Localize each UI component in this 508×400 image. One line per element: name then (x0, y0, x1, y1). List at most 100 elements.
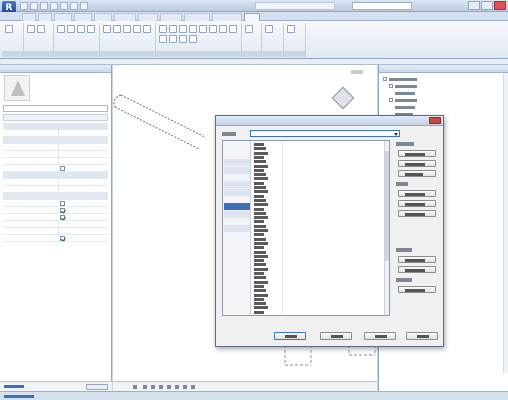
join-geometry-icon[interactable] (123, 25, 131, 33)
pin-icon[interactable] (179, 35, 187, 43)
size-list-row[interactable] (254, 254, 268, 258)
array-icon[interactable] (159, 35, 167, 43)
property-row[interactable] (3, 235, 108, 242)
size-list-row[interactable] (254, 293, 268, 297)
cancel-button[interactable] (320, 332, 352, 340)
property-row[interactable] (3, 151, 108, 158)
cope-icon[interactable] (103, 25, 111, 33)
size-list-row[interactable] (254, 284, 264, 288)
hide-icon[interactable] (191, 385, 195, 389)
size-list-row[interactable] (254, 246, 264, 250)
help-button[interactable] (406, 332, 438, 340)
property-checkbox[interactable] (60, 215, 65, 220)
property-value[interactable] (58, 151, 108, 157)
size-list-row[interactable] (254, 173, 266, 177)
qat-redo-icon[interactable] (50, 2, 58, 10)
size-list-row[interactable] (254, 186, 266, 189)
mirror-icon[interactable] (179, 25, 187, 33)
size-list-row[interactable] (254, 289, 266, 293)
manage-button[interactable] (398, 286, 436, 293)
rotate-icon[interactable] (209, 25, 217, 33)
crop-icon[interactable] (183, 385, 187, 389)
property-section[interactable] (3, 172, 108, 179)
project-browser-scrollbar[interactable] (503, 73, 508, 373)
delete-button[interactable] (398, 170, 436, 177)
edit-type-row[interactable] (3, 114, 108, 121)
size-list-row[interactable] (254, 190, 268, 194)
list-item[interactable] (224, 167, 250, 174)
paste-icon[interactable] (57, 25, 65, 33)
property-value[interactable] (58, 144, 108, 150)
family-dropdown[interactable] (250, 130, 400, 137)
split-face-icon[interactable] (133, 25, 141, 33)
property-value[interactable] (58, 179, 108, 185)
size-list-row[interactable] (254, 216, 268, 220)
size-list-row[interactable] (254, 310, 264, 314)
size-list-row[interactable] (254, 237, 266, 241)
size-list-row[interactable] (254, 276, 266, 280)
property-row[interactable] (3, 214, 108, 221)
trim-icon[interactable] (219, 25, 227, 33)
size-list-row[interactable] (254, 267, 268, 271)
size-list-row[interactable] (254, 143, 264, 146)
property-value[interactable] (58, 221, 108, 227)
size-list-row[interactable] (254, 297, 264, 301)
size-list-row[interactable] (254, 168, 264, 172)
size-list-row[interactable] (254, 272, 264, 275)
move-icon[interactable] (189, 25, 197, 33)
ribbon-tab[interactable] (160, 13, 182, 21)
cut-geometry-icon[interactable] (113, 25, 121, 33)
property-value[interactable] (58, 228, 108, 234)
property-row[interactable] (3, 144, 108, 151)
sort-cols-button[interactable] (398, 266, 436, 273)
maximize-button[interactable] (481, 1, 493, 10)
window-close-button[interactable] (494, 1, 506, 10)
property-value[interactable] (58, 158, 108, 164)
rename-button[interactable] (398, 160, 436, 167)
size-list-row[interactable] (254, 263, 266, 267)
render-icon[interactable] (175, 385, 179, 389)
size-list-row[interactable] (254, 207, 264, 211)
size-list-row[interactable] (254, 211, 266, 215)
property-checkbox[interactable] (60, 236, 65, 241)
visual-style-icon[interactable] (151, 385, 155, 389)
size-list-row[interactable] (254, 229, 268, 232)
property-row[interactable] (3, 228, 108, 235)
properties-icon[interactable] (27, 25, 35, 33)
ribbon-tab[interactable] (22, 13, 36, 21)
property-checkbox[interactable] (60, 166, 65, 171)
copy-icon[interactable] (77, 25, 85, 33)
property-checkbox[interactable] (60, 201, 65, 206)
ribbon-tab[interactable] (184, 13, 210, 21)
minimize-button[interactable] (468, 1, 480, 10)
qat-measure-icon[interactable] (70, 2, 78, 10)
size-list-row[interactable] (254, 203, 268, 207)
property-row[interactable] (3, 130, 108, 137)
property-row[interactable] (3, 179, 108, 186)
type-selector[interactable] (3, 105, 108, 112)
size-list-row[interactable] (254, 155, 264, 159)
property-section[interactable] (3, 193, 108, 200)
property-row[interactable] (3, 200, 108, 207)
ribbon-tab[interactable] (114, 13, 136, 21)
scale-icon[interactable] (169, 35, 177, 43)
paint-icon[interactable] (143, 25, 151, 33)
size-list-row[interactable] (254, 181, 264, 185)
ribbon-tab[interactable] (94, 13, 112, 21)
property-value[interactable] (58, 130, 108, 136)
property-value[interactable] (58, 186, 108, 192)
size-list-row[interactable] (254, 177, 268, 181)
ribbon-tab[interactable] (138, 13, 158, 21)
size-list-row[interactable] (254, 280, 268, 284)
viewcube-icon[interactable] (331, 86, 355, 111)
ribbon-tab[interactable] (74, 13, 92, 21)
new-button[interactable] (398, 150, 436, 157)
size-list-row[interactable] (254, 302, 266, 306)
qat-undo-icon[interactable] (40, 2, 48, 10)
qat-save-icon[interactable] (30, 2, 38, 10)
offset-icon[interactable] (169, 25, 177, 33)
size-list-scrollbar[interactable] (384, 141, 389, 315)
ok-button[interactable] (274, 332, 306, 340)
modify-icon[interactable] (5, 25, 13, 33)
size-list-row[interactable] (254, 250, 266, 254)
